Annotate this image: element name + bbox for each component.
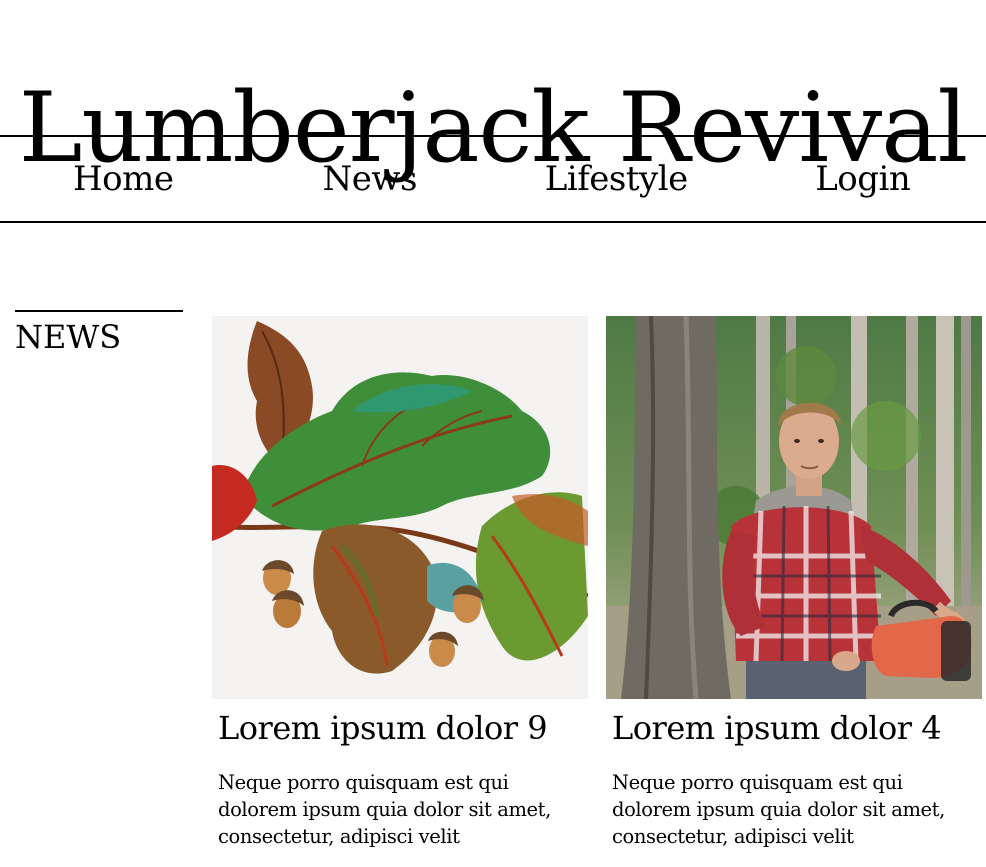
nav-news-link[interactable]: News [247,137,494,221]
article-title[interactable]: Lorem ipsum dolor 4 [612,709,982,747]
header-divider-bottom [0,221,986,223]
oak-leaves-image[interactable] [212,316,588,699]
article-card[interactable]: Lorem ipsum dolor 9 Neque porro quisquam… [212,316,588,850]
nav-home-link[interactable]: Home [0,137,247,221]
article-excerpt: Neque porro quisquam est qui dolorem ips… [612,771,945,848]
sidebar: NEWS [15,310,183,356]
sidebar-divider [15,310,183,312]
article-card[interactable]: Lorem ipsum dolor 4 Neque porro quisquam… [606,316,982,850]
article-excerpt: Neque porro quisquam est qui dolorem ips… [218,771,551,848]
lumberjack-photo-image[interactable] [606,316,982,699]
sidebar-heading: NEWS [15,318,122,356]
nav-lifestyle-link[interactable]: Lifestyle [493,137,740,221]
main-nav: Home News Lifestyle Login [0,137,986,221]
nav-login-link[interactable]: Login [740,137,986,221]
article-title[interactable]: Lorem ipsum dolor 9 [218,709,588,747]
